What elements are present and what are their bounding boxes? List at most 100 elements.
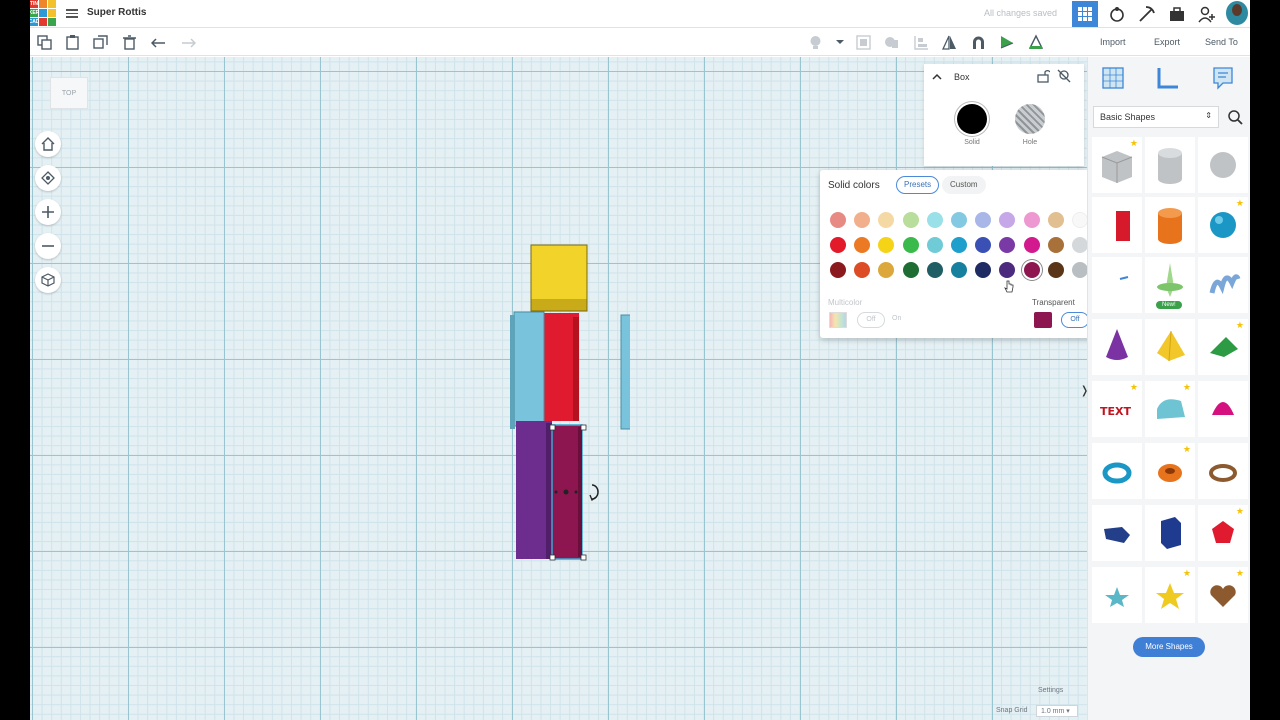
shape-text[interactable]: TEXT ★	[1092, 381, 1142, 437]
color-swatch[interactable]	[926, 237, 943, 253]
color-swatch[interactable]	[1072, 212, 1088, 228]
perspective-button[interactable]	[35, 267, 61, 293]
solid-color-swatch[interactable]	[957, 104, 987, 134]
right-arm-box[interactable]	[620, 314, 630, 430]
shape-ring[interactable]	[1198, 443, 1248, 499]
shape-star-flat[interactable]	[1092, 567, 1142, 623]
light-bulb-button[interactable]	[807, 34, 823, 50]
import-button[interactable]: Import	[1100, 37, 1126, 47]
user-avatar[interactable]	[1226, 1, 1248, 25]
color-swatch[interactable]	[951, 262, 967, 278]
more-shapes-button[interactable]: More Shapes	[1133, 637, 1205, 657]
ruler-button[interactable]	[1028, 34, 1044, 50]
shape-wedge[interactable]	[1092, 505, 1142, 561]
left-arm-box[interactable]	[510, 311, 545, 429]
transparent-color-swatch[interactable]	[1034, 312, 1052, 328]
shape-polygon[interactable]	[1145, 505, 1195, 561]
shape-tube[interactable]: ★	[1145, 443, 1195, 499]
shape-scribble[interactable]	[1092, 257, 1142, 313]
right-leg-box-selected[interactable]	[549, 424, 587, 561]
rotate-handle-icon[interactable]	[589, 483, 603, 501]
color-swatch[interactable]	[975, 212, 992, 228]
color-swatch[interactable]	[878, 262, 895, 278]
color-swatch[interactable]	[1072, 237, 1088, 253]
tools-button[interactable]	[1134, 1, 1160, 27]
color-swatch[interactable]	[999, 262, 1016, 278]
multicolor-off-toggle[interactable]: Off	[857, 312, 885, 328]
color-swatch[interactable]	[854, 262, 871, 278]
shape-category-select[interactable]: Basic Shapes ⇕	[1093, 106, 1219, 128]
add-user-button[interactable]	[1194, 1, 1220, 27]
color-swatch[interactable]	[878, 212, 895, 228]
view-cube[interactable]: TOP	[50, 77, 88, 109]
shape-cylinder-hole[interactable]	[1145, 137, 1195, 193]
color-swatch[interactable]	[902, 262, 919, 278]
tinkercad-logo[interactable]: TIN KER CAD	[30, 0, 56, 26]
color-swatch[interactable]	[854, 237, 871, 253]
shape-cylinder[interactable]	[1145, 197, 1195, 253]
snap-grid-select[interactable]: 1.0 mm ▾	[1036, 705, 1078, 717]
redo-button[interactable]	[180, 34, 196, 50]
color-swatch[interactable]	[1023, 212, 1040, 228]
color-swatch[interactable]	[951, 212, 967, 228]
shape-cone[interactable]	[1092, 319, 1142, 375]
project-title[interactable]: Super Rottis	[87, 7, 146, 18]
settings-link[interactable]: Settings	[1038, 687, 1063, 694]
shape-box[interactable]	[1092, 197, 1142, 253]
tab-custom[interactable]: Custom	[942, 176, 986, 194]
delete-button[interactable]	[121, 34, 137, 50]
shape-pyramid[interactable]	[1145, 319, 1195, 375]
shape-heart[interactable]: ★	[1198, 567, 1248, 623]
hole-swatch[interactable]	[1015, 104, 1045, 134]
ungroup-button[interactable]	[883, 34, 899, 50]
color-swatch[interactable]	[926, 262, 943, 278]
cruise-button[interactable]	[970, 34, 986, 50]
search-icon[interactable]	[1228, 110, 1243, 125]
copy-button[interactable]	[36, 34, 52, 50]
color-swatch[interactable]	[1023, 262, 1040, 278]
undo-button[interactable]	[150, 34, 166, 50]
color-swatch[interactable]	[999, 212, 1016, 228]
tab-presets[interactable]: Presets	[896, 176, 940, 194]
learn-button[interactable]	[1104, 1, 1130, 27]
color-swatch[interactable]	[951, 237, 967, 253]
zoom-out-button[interactable]	[35, 233, 61, 259]
color-swatch[interactable]	[1072, 262, 1088, 278]
align-button[interactable]	[913, 34, 929, 50]
color-swatch[interactable]	[878, 237, 895, 253]
zoom-in-button[interactable]	[35, 199, 61, 225]
color-swatch[interactable]	[902, 237, 919, 253]
color-swatch[interactable]	[830, 237, 846, 253]
color-swatch[interactable]	[830, 212, 846, 228]
color-swatch[interactable]	[1047, 262, 1064, 278]
duplicate-button[interactable]	[92, 34, 108, 50]
color-swatch[interactable]	[999, 237, 1016, 253]
classroom-button[interactable]	[1164, 1, 1190, 27]
color-swatch[interactable]	[1047, 237, 1064, 253]
shape-sphere[interactable]: ★	[1198, 197, 1248, 253]
chevron-up-icon[interactable]	[932, 72, 942, 82]
color-swatch[interactable]	[975, 237, 992, 253]
multicolor-on-toggle[interactable]: On	[892, 315, 901, 322]
color-swatch[interactable]	[1047, 212, 1064, 228]
robot-figure[interactable]	[510, 237, 630, 567]
paste-button[interactable]	[64, 34, 80, 50]
shape-new-shape[interactable]: New!	[1145, 257, 1195, 313]
shape-sphere-hole[interactable]	[1198, 137, 1248, 193]
send-to-button[interactable]: Send To	[1205, 37, 1238, 47]
lock-icon[interactable]	[1036, 69, 1050, 83]
color-swatch[interactable]	[1023, 237, 1040, 253]
fit-view-button[interactable]	[35, 165, 61, 191]
left-leg-box[interactable]	[516, 421, 552, 559]
grid-view-button[interactable]	[1072, 1, 1098, 27]
color-swatch[interactable]	[926, 212, 943, 228]
light-dropdown-button[interactable]	[832, 34, 848, 50]
flip-button[interactable]	[941, 34, 957, 50]
workplane-grid-tool[interactable]	[1098, 63, 1128, 93]
notes-tool[interactable]	[1208, 63, 1238, 93]
shape-box-hole[interactable]: ★	[1092, 137, 1142, 193]
color-swatch[interactable]	[830, 262, 846, 278]
multicolor-swatch[interactable]	[829, 312, 847, 328]
shape-star[interactable]: ★	[1145, 567, 1195, 623]
color-swatch[interactable]	[854, 212, 871, 228]
